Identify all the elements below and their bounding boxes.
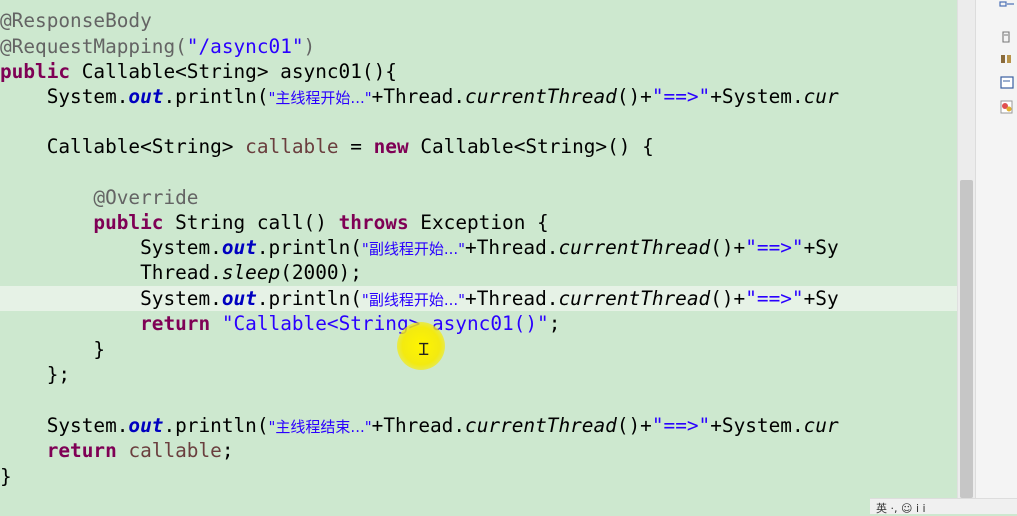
code-text: (2000);: [280, 261, 362, 284]
code-line-12-current: System.out.println("副线程开始..."+Thread.cur…: [0, 286, 957, 311]
string-literal: "主线程结束...": [268, 418, 372, 436]
code-line-10: System.out.println("副线程开始..."+Thread.cur…: [0, 235, 957, 260]
code-line-11: Thread.sleep(2000);: [0, 260, 957, 285]
annotation-token: @RequestMapping(: [0, 35, 187, 58]
outline-panel: [975, 0, 1017, 513]
string-literal: "副线程开始...": [361, 291, 466, 309]
outline-icon[interactable]: [999, 0, 1015, 14]
static-field: out: [128, 85, 164, 108]
annotation-token: @Override: [0, 186, 199, 209]
keyword: return: [46, 439, 117, 462]
scrollbar-thumb[interactable]: [960, 180, 973, 498]
code-text: ;: [221, 439, 234, 462]
static-field: out: [221, 287, 257, 310]
static-field: out: [221, 236, 257, 259]
code-line-6: Callable<String> callable = new Callable…: [0, 134, 957, 159]
code-line-1: @ResponseBody: [0, 8, 957, 33]
code-text: }: [0, 465, 12, 488]
code-line-19: }: [0, 464, 957, 489]
code-line-14: }: [0, 337, 957, 362]
code-text: String call(): [163, 211, 339, 234]
code-text: +System.: [710, 85, 804, 108]
code-line-18: return callable;: [0, 438, 957, 463]
code-text: ;: [548, 312, 561, 335]
system-tray: 英 ·, ☺ ⅰ ⅰ: [870, 498, 1017, 515]
code-line-2: @RequestMapping("/async01"): [0, 34, 957, 59]
code-line-9: public String call() throws Exception {: [0, 210, 957, 235]
static-method: currentThread: [558, 287, 711, 310]
code-line-17: System.out.println("主线程结束..."+Thread.cur…: [0, 413, 957, 438]
code-text: System.: [0, 236, 222, 259]
code-text: +Thread.: [465, 236, 559, 259]
problems-icon[interactable]: [999, 100, 1015, 114]
annotation-token: @ResponseBody: [0, 9, 152, 32]
annotation-token: ): [303, 35, 316, 58]
code-text: +Thread.: [465, 287, 559, 310]
code-text: .println(: [163, 85, 269, 108]
string-literal: "副线程开始...": [361, 240, 466, 258]
string-literal: "==>": [651, 414, 711, 437]
string-literal: "主线程开始...": [268, 89, 372, 107]
code-text: Callable<String>: [0, 135, 246, 158]
static-field: cur: [803, 414, 839, 437]
code-line-13: return "Callable<String> async01()";: [0, 311, 957, 336]
static-field: out: [128, 414, 164, 437]
code-text: Thread.: [0, 261, 222, 284]
tray-indicators: 英 ·, ☺ ⅰ ⅰ: [876, 502, 926, 515]
task-list-icon[interactable]: [999, 30, 1015, 44]
code-text: =: [338, 135, 374, 158]
code-text: System.: [0, 414, 129, 437]
static-method: currentThread: [558, 236, 711, 259]
string-literal: "==>": [745, 236, 804, 259]
code-text: .println(: [163, 414, 269, 437]
console-icon[interactable]: [999, 76, 1015, 90]
code-text: System.: [0, 287, 222, 310]
code-text: ()+: [616, 414, 652, 437]
code-line-8: @Override: [0, 185, 957, 210]
local-variable: callable: [128, 439, 222, 462]
code-line-3: public Callable<String> async01(){: [0, 59, 957, 84]
code-text: .println(: [256, 287, 362, 310]
build-icon[interactable]: [999, 52, 1015, 66]
code-text: +Thread.: [371, 414, 466, 437]
code-text: Exception {: [408, 211, 549, 234]
text-cursor-icon: Ɪ: [419, 340, 429, 360]
static-method: currentThread: [465, 414, 617, 437]
code-text: ()+: [710, 236, 746, 259]
code-text: System.: [0, 85, 129, 108]
static-method: currentThread: [465, 85, 617, 108]
code-text: ()+: [710, 287, 746, 310]
code-text: }: [0, 338, 106, 361]
code-line-15: };: [0, 362, 957, 387]
string-literal: "/async01": [186, 35, 304, 58]
code-text: ()+: [616, 85, 652, 108]
code-text: .println(: [256, 236, 362, 259]
code-text: +Sy: [803, 236, 839, 259]
keyword: new: [373, 135, 409, 158]
code-text: Callable<String>() {: [408, 135, 654, 158]
vertical-scrollbar[interactable]: [957, 0, 975, 498]
code-text: +Sy: [803, 287, 839, 310]
string-literal: "==>": [651, 85, 711, 108]
local-variable: callable: [245, 135, 339, 158]
string-literal: "==>": [745, 287, 804, 310]
code-text: +System.: [710, 414, 804, 437]
keyword: throws: [338, 211, 409, 234]
string-literal: "Callable<String> async01()": [221, 312, 549, 335]
keyword: public: [0, 60, 71, 83]
code-line-4: System.out.println("主线程开始..."+Thread.cur…: [0, 84, 957, 109]
static-field: cur: [803, 85, 839, 108]
code-text: };: [0, 363, 71, 386]
code-text: +Thread.: [371, 85, 466, 108]
static-method: sleep: [221, 261, 281, 284]
code-text: Callable<String> async01(){: [70, 60, 397, 83]
keyword: return: [140, 312, 211, 335]
code-editor[interactable]: @ResponseBody @RequestMapping("/async01"…: [0, 0, 957, 513]
keyword: public: [93, 211, 164, 234]
